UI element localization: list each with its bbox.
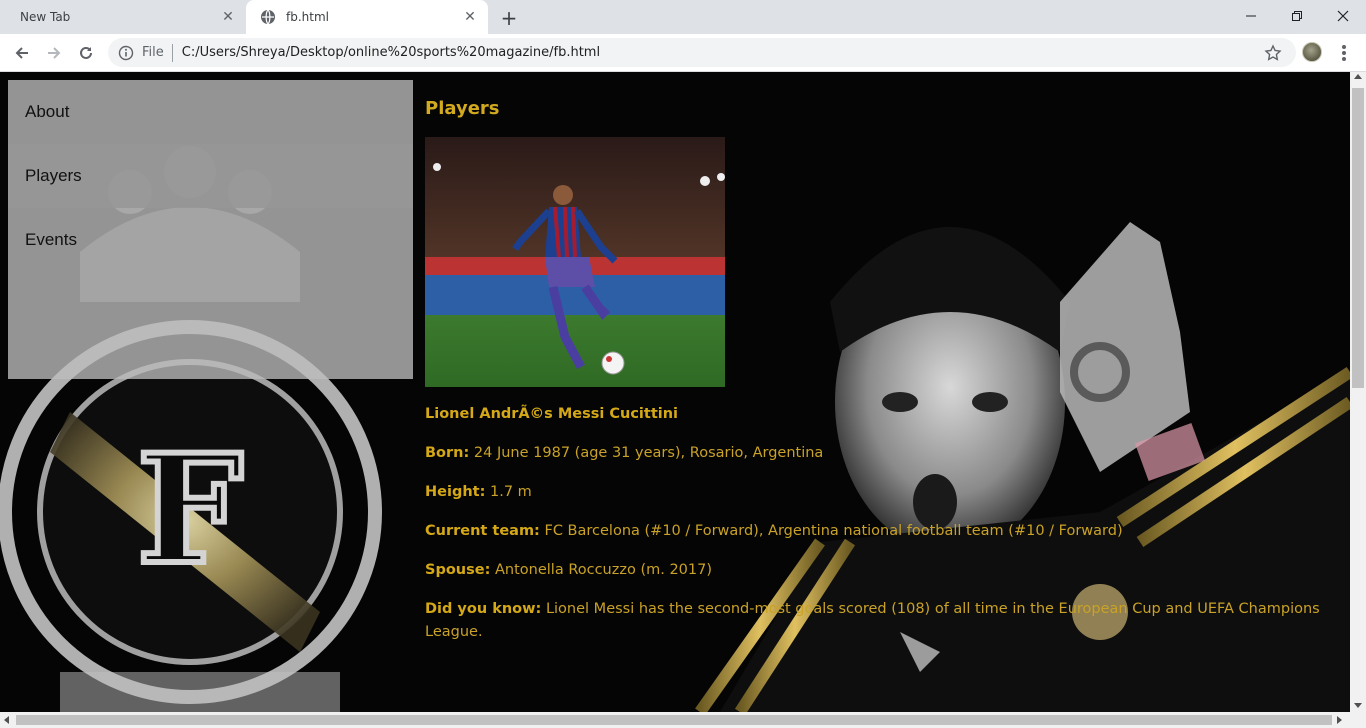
kebab-menu-icon[interactable] <box>1336 43 1352 63</box>
page-viewport: F About Players Events Players Lionel An… <box>0 72 1350 712</box>
height-label: Height: <box>425 484 486 500</box>
scroll-down-icon[interactable] <box>1354 703 1362 708</box>
forward-button[interactable] <box>40 39 68 67</box>
main-content: Players Lionel AndrÃ©s Messi Cucittini B… <box>425 98 1335 660</box>
tab-title: New Tab <box>20 10 71 24</box>
star-icon[interactable] <box>1264 44 1282 62</box>
vertical-scrollbar[interactable] <box>1350 72 1366 712</box>
tab-fb-html[interactable]: fb.html ✕ <box>246 0 488 34</box>
born-row: Born: 24 June 1987 (age 31 years), Rosar… <box>425 442 1335 465</box>
menu-item-players[interactable]: Players <box>8 144 413 208</box>
scroll-up-icon[interactable] <box>1354 74 1362 79</box>
page-title: Players <box>425 98 500 119</box>
svg-text:F: F <box>137 422 244 598</box>
reload-button[interactable] <box>72 39 100 67</box>
horizontal-scrollbar[interactable] <box>0 712 1366 728</box>
info-icon[interactable] <box>118 45 134 61</box>
reload-icon <box>80 46 92 59</box>
window-close-button[interactable] <box>1320 0 1366 32</box>
fact-value: Lionel Messi has the second-most goals s… <box>425 601 1320 640</box>
omnibox-divider <box>171 43 173 62</box>
player-name: Lionel AndrÃ©s Messi Cucittini <box>425 403 1335 426</box>
menu-item-events[interactable]: Events <box>8 208 413 272</box>
spouse-value: Antonella Roccuzzo (m. 2017) <box>490 562 713 578</box>
vertical-scroll-thumb[interactable] <box>1352 88 1364 388</box>
address-bar[interactable]: File C:/Users/Shreya/Desktop/online%20sp… <box>108 38 1296 67</box>
player-name-text: Lionel AndrÃ©s Messi Cucittini <box>425 406 679 422</box>
tab-title: fb.html <box>286 10 329 24</box>
born-value: 24 June 1987 (age 31 years), Rosario, Ar… <box>469 445 824 461</box>
back-button[interactable] <box>8 39 36 67</box>
browser-toolbar: File C:/Users/Shreya/Desktop/online%20sp… <box>0 34 1366 72</box>
forward-arrow-icon <box>48 47 61 59</box>
new-tab-button[interactable]: + <box>498 6 520 30</box>
close-icon[interactable]: ✕ <box>220 9 236 25</box>
close-icon[interactable]: ✕ <box>462 9 478 25</box>
spouse-label: Spouse: <box>425 562 491 578</box>
player-photo <box>425 137 725 387</box>
scroll-left-icon[interactable] <box>4 716 9 724</box>
fact-label: Did you know: <box>425 601 542 617</box>
scroll-right-icon[interactable] <box>1337 716 1342 724</box>
height-value: 1.7 m <box>485 484 532 500</box>
scheme-label: File <box>142 45 164 60</box>
profile-avatar[interactable] <box>1302 42 1322 62</box>
spouse-row: Spouse: Antonella Roccuzzo (m. 2017) <box>425 559 1335 582</box>
tab-new-tab[interactable]: New Tab ✕ <box>0 0 246 34</box>
globe-icon <box>260 9 276 25</box>
born-label: Born: <box>425 445 470 461</box>
team-row: Current team: FC Barcelona (#10 / Forwar… <box>425 520 1335 543</box>
url-text[interactable]: C:/Users/Shreya/Desktop/online%20sports%… <box>182 45 600 60</box>
team-label: Current team: <box>425 523 540 539</box>
tab-strip: New Tab ✕ fb.html ✕ + <box>0 0 1366 34</box>
team-value: FC Barcelona (#10 / Forward), Argentina … <box>539 523 1123 539</box>
restore-button[interactable] <box>1274 0 1320 32</box>
back-arrow-icon <box>15 47 28 59</box>
horizontal-scroll-thumb[interactable] <box>16 715 1332 725</box>
fact-row: Did you know: Lionel Messi has the secon… <box>425 598 1335 644</box>
minimize-button[interactable] <box>1228 0 1274 32</box>
height-row: Height: 1.7 m <box>425 481 1335 504</box>
side-menu: About Players Events <box>8 80 413 379</box>
menu-item-about[interactable]: About <box>8 80 413 144</box>
